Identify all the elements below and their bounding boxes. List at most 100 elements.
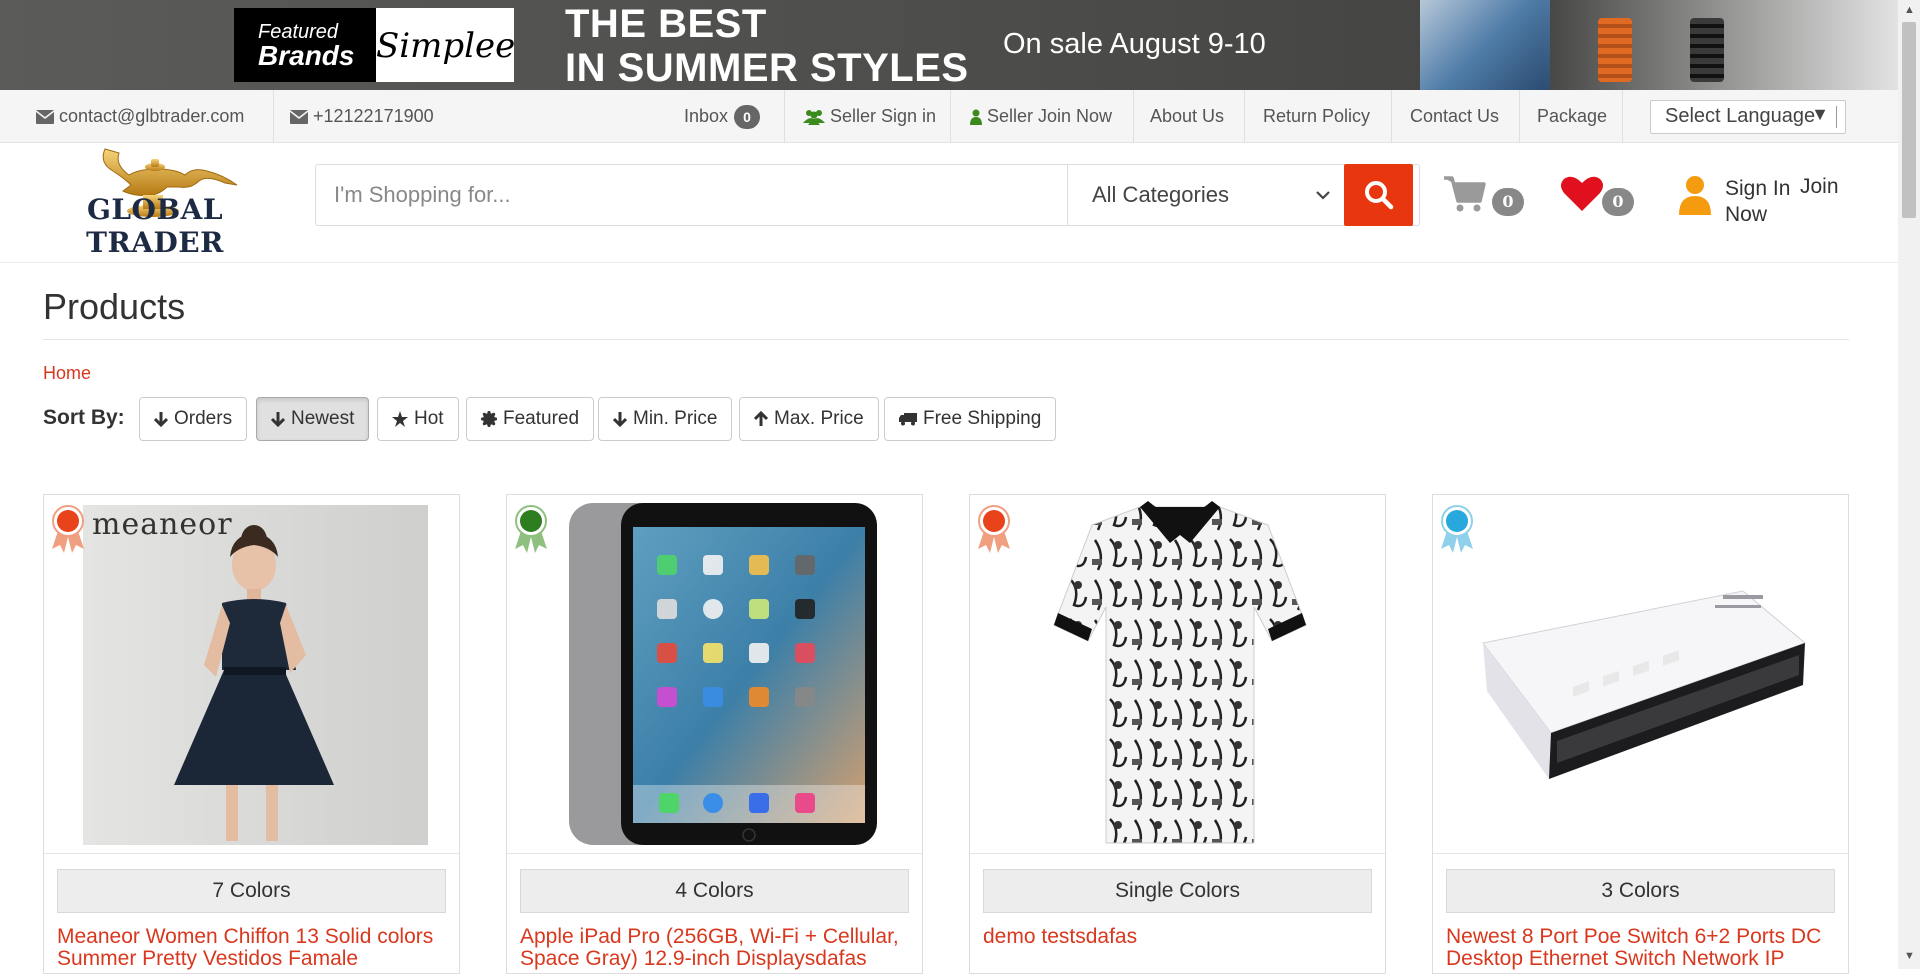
sort-min-price-button[interactable]: Min. Price [598, 397, 733, 441]
truck-icon [899, 413, 917, 426]
chevron-down-icon [1316, 191, 1330, 200]
color-count: Single Colors [983, 869, 1372, 913]
brands-text: Brands [258, 40, 355, 71]
arrow-down-icon [271, 412, 285, 427]
sort-free-shipping-label: Free Shipping [923, 408, 1042, 429]
scroll-up-icon[interactable]: ▲ [1904, 4, 1915, 16]
contact-label: Contact Us [1410, 106, 1500, 126]
return-policy-label: Return Policy [1263, 106, 1371, 126]
product-card[interactable]: 3 Colors Newest 8 Port Poe Switch 6+2 Po… [1432, 494, 1849, 974]
simplee-logo: Simplee [376, 8, 515, 82]
award-ribbon-icon [1441, 505, 1473, 553]
email-text: contact@glbtrader.com [59, 106, 245, 126]
users-icon [803, 109, 825, 125]
award-ribbon-icon [515, 505, 547, 553]
user-icon [970, 109, 982, 125]
page-scrollbar[interactable]: ▲ ▼ [1898, 0, 1920, 969]
product-card[interactable]: Single Colors demo testsdafas [969, 494, 1386, 974]
user-icon [1679, 176, 1711, 215]
inbox-link[interactable]: Inbox 0 [684, 90, 761, 143]
category-select[interactable]: All Categories [1067, 165, 1344, 225]
sort-hot-button[interactable]: Hot [377, 397, 459, 441]
seller-signin-label: Seller Sign in [830, 106, 937, 126]
featured-text: Featured [258, 21, 339, 43]
about-link[interactable]: About Us [1150, 90, 1224, 143]
phone-link[interactable]: +12122171900 [290, 90, 434, 143]
arrow-down-icon [154, 412, 168, 427]
site-logo[interactable]: GLOBAL TRADER [20, 143, 290, 261]
wishlist-count-badge: 0 [1602, 188, 1634, 216]
star-icon [392, 411, 408, 427]
package-link[interactable]: Package [1537, 90, 1607, 143]
sort-free-shipping-button[interactable]: Free Shipping [884, 397, 1057, 441]
product-image[interactable] [1433, 495, 1848, 853]
sort-orders-label: Orders [174, 408, 233, 429]
search-icon [1365, 181, 1394, 210]
headline-line-2: IN SUMMER STYLES [565, 46, 969, 90]
product-image[interactable]: meaneor [44, 495, 459, 853]
sort-featured-label: Featured [503, 408, 580, 429]
package-label: Package [1537, 106, 1608, 126]
banner-photo [1420, 0, 1550, 90]
cart-button[interactable] [1444, 175, 1486, 218]
sort-label: Sort By: [43, 406, 125, 429]
product-image[interactable] [970, 495, 1385, 853]
product-image[interactable] [507, 495, 922, 853]
wishlist-button[interactable] [1560, 175, 1604, 218]
about-label: About Us [1150, 106, 1225, 126]
promo-banner[interactable]: Featured Brands Simplee THE BEST IN SUMM… [0, 0, 1898, 90]
sort-orders-button[interactable]: Orders [139, 397, 248, 441]
breadcrumb-home[interactable]: Home [43, 363, 91, 384]
ipad-photo [569, 503, 877, 845]
sort-max-price-label: Max. Price [774, 408, 864, 429]
join-now-link[interactable]: Join [1800, 175, 1839, 199]
dropdown-arrow-icon: ▼ [1811, 104, 1829, 124]
page-title: Products [43, 286, 186, 327]
featured-brands-badge: Featured Brands [234, 8, 376, 82]
award-ribbon-icon [978, 505, 1010, 553]
search-bar: All Categories [315, 164, 1420, 226]
language-select[interactable]: Select Language ▼ [1650, 100, 1846, 134]
product-name-link[interactable]: demo testsdafas [983, 926, 1378, 948]
account-icon-button[interactable] [1679, 175, 1711, 220]
color-count: 4 Colors [520, 869, 909, 913]
return-policy-link[interactable]: Return Policy [1263, 90, 1370, 143]
sort-newest-button[interactable]: Newest [256, 397, 370, 441]
search-button[interactable] [1344, 164, 1413, 226]
sort-max-price-button[interactable]: Max. Price [739, 397, 879, 441]
shopping-cart-icon [1444, 176, 1486, 212]
color-count: 3 Colors [1446, 869, 1835, 913]
color-count: 7 Colors [57, 869, 446, 913]
dress-photo [83, 505, 428, 845]
cart-count-badge: 0 [1492, 188, 1524, 216]
sort-newest-label: Newest [291, 408, 355, 429]
logo-text: GLOBAL TRADER [86, 193, 224, 259]
contact-link[interactable]: Contact Us [1410, 90, 1499, 143]
product-card[interactable]: meaneor 7 Colors Meaneor Women Chiffon 1… [43, 494, 460, 974]
arrow-up-icon [754, 411, 768, 426]
seller-join-link[interactable]: Seller Join Now [970, 90, 1112, 143]
product-card[interactable]: 4 Colors Apple iPad Pro (256GB, Wi-Fi + … [506, 494, 923, 974]
sort-featured-button[interactable]: Featured [466, 397, 595, 441]
product-name-link[interactable]: Apple iPad Pro (256GB, Wi-Fi + Cellular,… [520, 926, 915, 970]
scrollbar-thumb[interactable] [1902, 22, 1916, 218]
award-ribbon-icon [52, 505, 84, 553]
join-now-line-1: Join [1800, 175, 1839, 198]
envelope-icon [290, 109, 308, 124]
certificate-icon [481, 411, 497, 427]
product-name-link[interactable]: Meaneor Women Chiffon 13 Solid colors Su… [57, 926, 452, 970]
search-input[interactable] [316, 165, 1066, 225]
banner-jar-dark [1690, 18, 1724, 82]
seller-signin-link[interactable]: Seller Sign in [803, 90, 936, 143]
inbox-count-badge: 0 [734, 104, 761, 129]
seller-join-label: Seller Join Now [987, 106, 1113, 126]
scroll-down-icon[interactable]: ▼ [1904, 950, 1915, 962]
heart-icon [1561, 176, 1603, 211]
product-name-link[interactable]: Newest 8 Port Poe Switch 6+2 Ports DC De… [1446, 926, 1841, 970]
sale-text: On sale August 9-10 [1003, 28, 1266, 60]
sort-hot-label: Hot [414, 408, 444, 429]
join-now-line-2[interactable]: Now [1725, 203, 1767, 227]
top-bar: contact@glbtrader.com +12122171900 Inbox… [0, 90, 1898, 143]
sign-in-link[interactable]: Sign In [1725, 175, 1790, 203]
email-link[interactable]: contact@glbtrader.com [36, 90, 244, 143]
